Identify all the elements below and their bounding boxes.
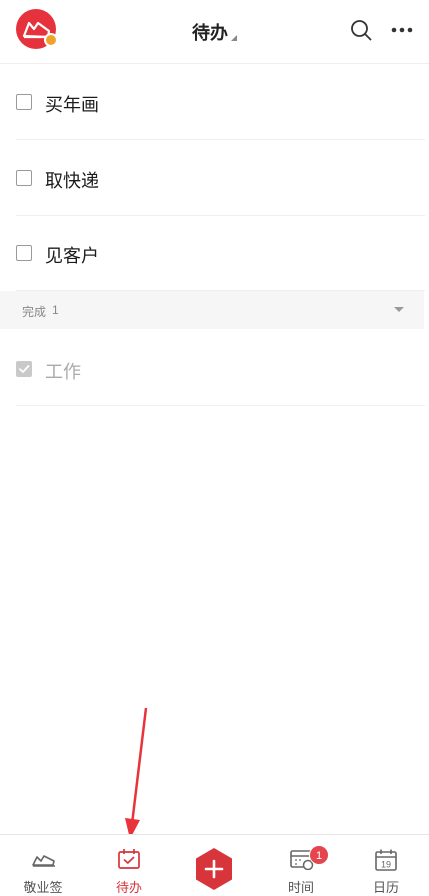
tab-todo[interactable]: 待办 xyxy=(86,835,172,896)
tab-time[interactable]: 时间 xyxy=(258,835,344,896)
search-icon[interactable] xyxy=(350,19,372,41)
completed-todo-item[interactable]: 工作 xyxy=(16,329,425,406)
completed-todo-text: 工作 xyxy=(45,362,81,382)
top-app-bar: 待办 xyxy=(0,0,429,64)
todo-text: 买年画 xyxy=(45,95,99,115)
todo-item[interactable]: 买年画 xyxy=(16,64,425,140)
checked-checkbox[interactable] xyxy=(16,361,32,377)
annotation-arrow-icon xyxy=(125,707,148,839)
checkmark-icon xyxy=(19,365,30,373)
notification-badge: 1 xyxy=(309,845,329,865)
more-icon[interactable] xyxy=(390,19,414,41)
todo-checkbox[interactable] xyxy=(16,245,32,261)
completed-section-toggle[interactable]: 完成 1 xyxy=(0,291,424,329)
add-button[interactable] xyxy=(194,847,234,891)
tab-label: 敬业签 xyxy=(23,880,63,895)
page-title: 待办 xyxy=(192,23,228,43)
collapse-caret-icon[interactable] xyxy=(394,307,404,312)
calendar-check-icon xyxy=(118,849,140,869)
tab-label: 时间 xyxy=(287,880,314,895)
todo-item[interactable]: 见客户 xyxy=(16,215,425,291)
calendar-day-number: 19 xyxy=(381,860,391,870)
completed-label: 完成 xyxy=(22,305,47,319)
todo-text: 取快递 xyxy=(45,171,99,191)
todo-checkbox[interactable] xyxy=(16,170,32,186)
todo-checkbox[interactable] xyxy=(16,94,32,110)
tab-calendar[interactable]: 19 日历 xyxy=(343,835,429,896)
cloud-note-icon xyxy=(32,855,55,867)
completed-count: 1 xyxy=(52,303,59,317)
tab-label: 待办 xyxy=(115,880,142,895)
calendar-19-icon: 19 xyxy=(375,849,397,871)
tab-jingyeqian[interactable]: 敬业签 xyxy=(0,835,86,896)
caret-down-icon xyxy=(231,35,237,41)
tab-label: 日历 xyxy=(372,880,399,895)
todo-text: 见客户 xyxy=(45,246,99,266)
todo-item[interactable]: 取快递 xyxy=(16,140,425,216)
bottom-tab-bar: 敬业签 待办 时间 19 日历 xyxy=(0,834,429,896)
